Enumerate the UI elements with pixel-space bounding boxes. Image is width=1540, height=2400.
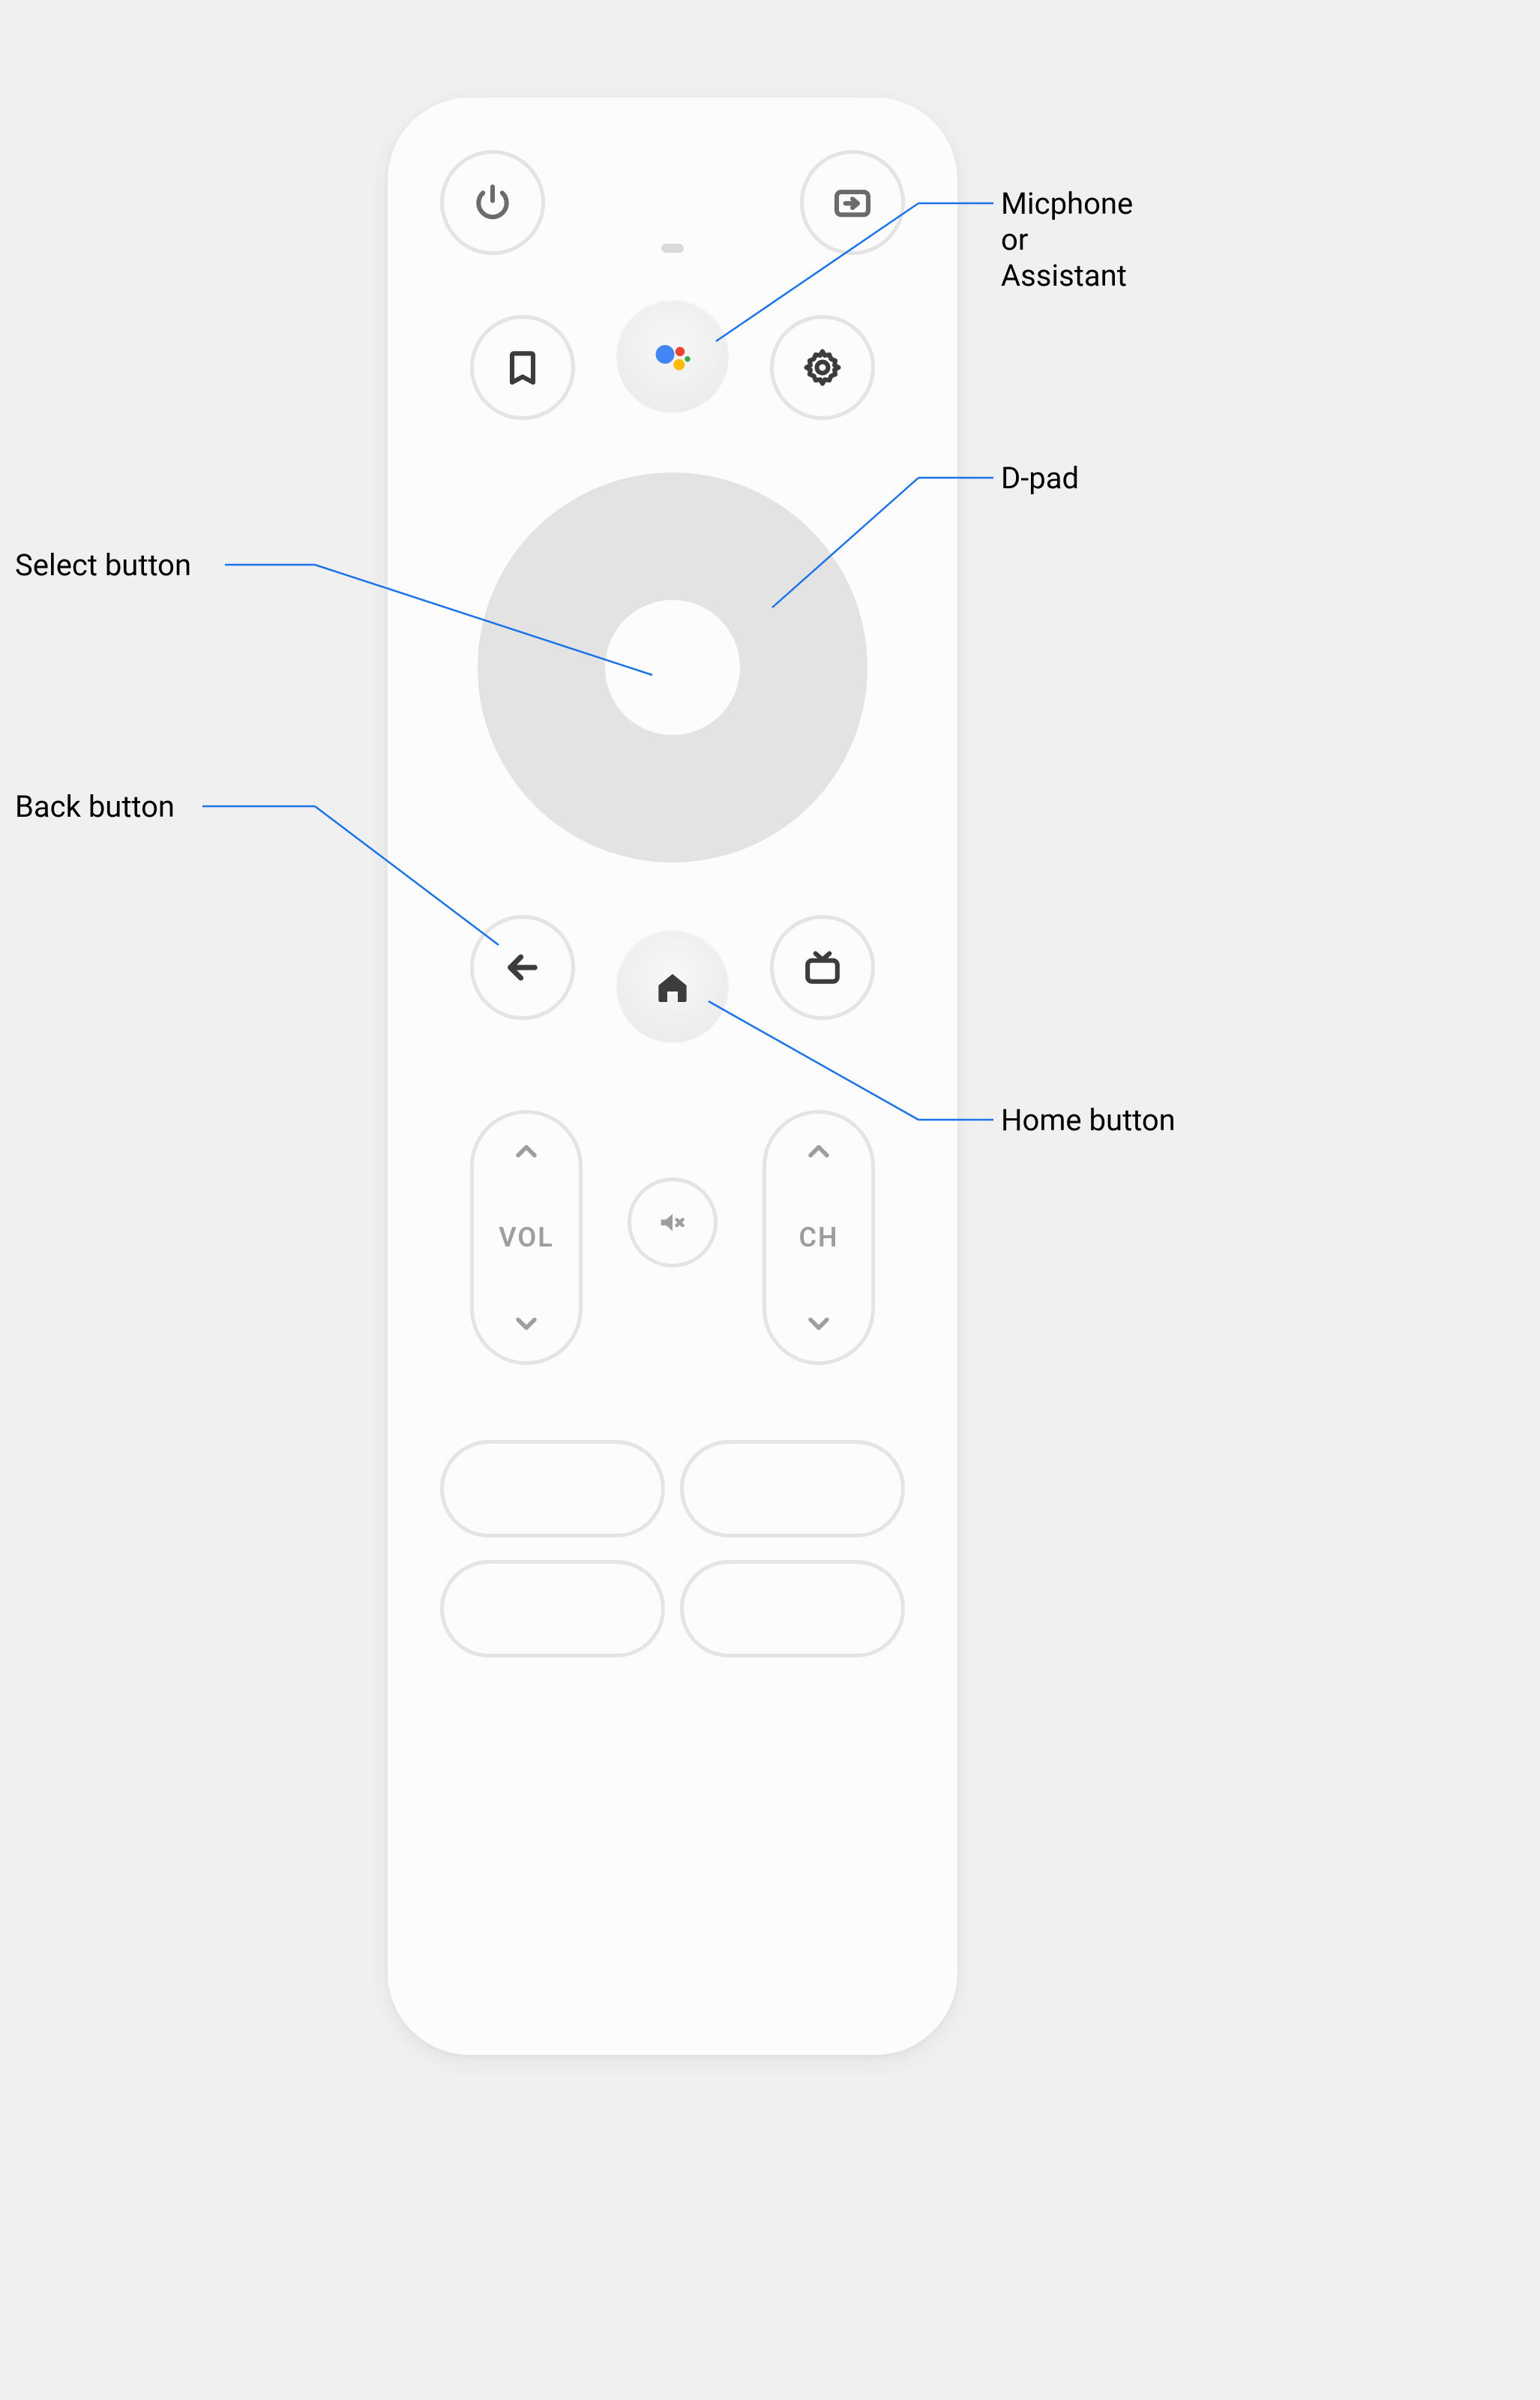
bookmark-button[interactable]: [470, 315, 575, 420]
home-icon: [652, 965, 694, 1007]
power-icon: [472, 182, 514, 224]
status-led: [661, 244, 684, 253]
channel-rocker[interactable]: CH: [763, 1110, 875, 1365]
annotation-assistant-label: Micphone or Assistant: [1001, 186, 1133, 294]
chevron-down-icon: [510, 1307, 543, 1340]
assistant-icon: [650, 334, 695, 379]
annotation-back-label: Back button: [15, 789, 175, 825]
annotation-dpad-label: D-pad: [1001, 460, 1079, 496]
arrow-left-icon: [502, 946, 544, 988]
input-icon: [831, 182, 873, 224]
annotation-home-label: Home button: [1001, 1102, 1176, 1138]
volume-label: VOL: [499, 1222, 553, 1253]
shortcut-button-4[interactable]: [680, 1560, 905, 1658]
tv-guide-button[interactable]: [770, 915, 875, 1020]
mute-button[interactable]: [628, 1178, 718, 1268]
tv-icon: [801, 946, 843, 988]
chevron-up-icon: [802, 1135, 835, 1168]
chevron-down-icon: [802, 1307, 835, 1340]
home-button[interactable]: [616, 930, 729, 1042]
settings-button[interactable]: [770, 315, 875, 420]
annotation-select-label: Select button: [15, 548, 191, 584]
gear-icon: [801, 346, 843, 388]
back-button[interactable]: [470, 915, 575, 1020]
shortcut-button-2[interactable]: [680, 1440, 905, 1538]
shortcut-button-3[interactable]: [440, 1560, 665, 1658]
remote-body: VOL CH: [388, 98, 957, 2055]
bookmark-icon: [502, 346, 544, 388]
assistant-button[interactable]: [616, 300, 729, 412]
chevron-up-icon: [510, 1135, 543, 1168]
power-button[interactable]: [440, 150, 545, 255]
shortcut-button-1[interactable]: [440, 1440, 665, 1538]
mute-icon: [655, 1205, 690, 1240]
input-source-button[interactable]: [800, 150, 905, 255]
select-button[interactable]: [605, 600, 740, 735]
diagram-stage: VOL CH Micphone or Assistant D-pad Selec…: [0, 0, 1540, 2400]
channel-label: CH: [798, 1222, 838, 1253]
volume-rocker[interactable]: VOL: [470, 1110, 583, 1365]
